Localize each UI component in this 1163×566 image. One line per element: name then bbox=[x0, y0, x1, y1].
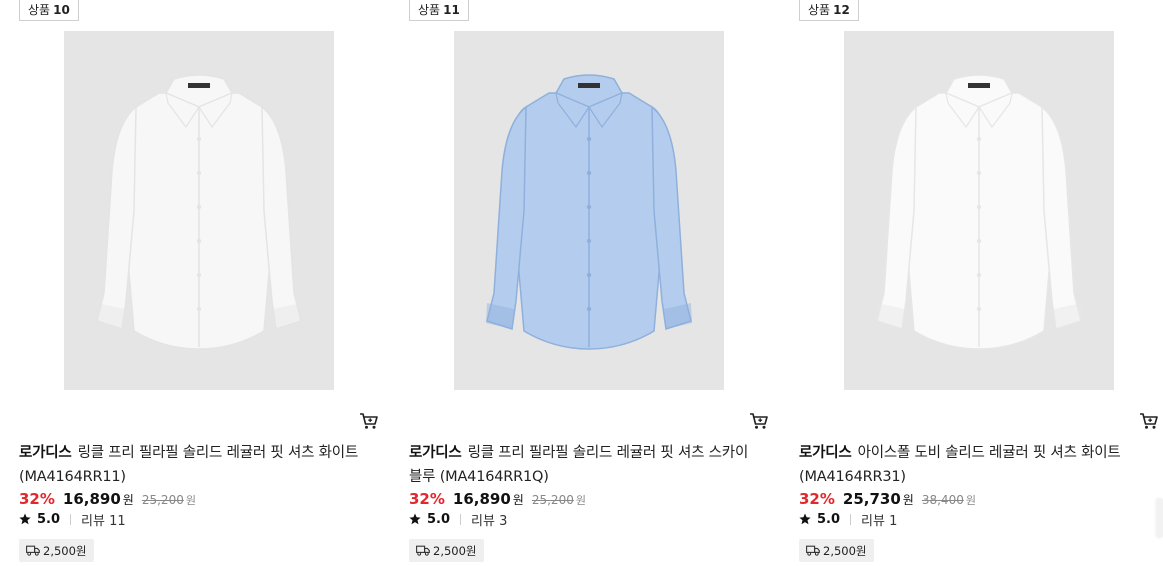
cart-icon[interactable] bbox=[749, 412, 769, 430]
badge-number: 10 bbox=[53, 3, 70, 17]
original-price: 25,200 bbox=[531, 493, 574, 507]
badge-prefix: 상품 bbox=[28, 3, 51, 17]
product-title[interactable]: 로가디스 링클 프리 필라필 솔리드 레귤러 핏 셔츠 화이트 (MA4164RR… bbox=[19, 441, 374, 489]
product-image[interactable] bbox=[454, 31, 724, 390]
product-number-badge: 상품 10 bbox=[19, 0, 79, 21]
shipping-fee: 2,500원 bbox=[43, 543, 87, 558]
discount-rate: 32% bbox=[799, 490, 835, 508]
shipping-fee: 2,500원 bbox=[433, 543, 477, 558]
product-image[interactable] bbox=[844, 31, 1114, 390]
original-currency: 원 bbox=[185, 494, 196, 507]
product-card[interactable]: 상품 12 로가디스 아이스폴 도비 솔리드 레귤러 핏 셔츠 화이트 (MA416… bbox=[799, 0, 1163, 566]
original-currency: 원 bbox=[965, 494, 976, 507]
star-icon bbox=[799, 513, 811, 525]
shipping-fee: 2,500원 bbox=[823, 543, 867, 558]
product-grid: 상품 10 로가디스 링클 프리 필라필 솔리드 레귤러 핏 셔츠 화이트 (MA4… bbox=[0, 0, 1163, 566]
discount-rate: 32% bbox=[409, 490, 445, 508]
currency: 원 bbox=[902, 493, 914, 507]
rating-score: 5.0 bbox=[427, 511, 451, 527]
cart-icon[interactable] bbox=[359, 412, 379, 430]
product-number-badge: 상품 11 bbox=[409, 0, 469, 21]
rating-row: 5.0 리뷰 11 bbox=[19, 510, 126, 529]
shipping-fee-badge: 2,500원 bbox=[19, 539, 94, 562]
shirt-illustration bbox=[486, 74, 692, 350]
review-count: 리뷰 1 bbox=[861, 513, 898, 529]
shipping-fee-badge: 2,500원 bbox=[409, 539, 484, 562]
sale-price: 25,730 bbox=[842, 490, 901, 508]
star-icon bbox=[409, 513, 421, 525]
price-row: 32% 16,890 원 25,200 원 bbox=[409, 490, 586, 510]
price-row: 32% 16,890 원 25,200 원 bbox=[19, 490, 196, 510]
divider bbox=[70, 513, 72, 525]
badge-number: 12 bbox=[833, 3, 850, 17]
cart-icon[interactable] bbox=[1139, 412, 1159, 430]
brand-name: 로가디스 bbox=[799, 445, 852, 461]
rating-score: 5.0 bbox=[37, 511, 61, 527]
divider bbox=[460, 513, 462, 525]
product-image[interactable] bbox=[64, 31, 334, 390]
review-count: 리뷰 3 bbox=[471, 513, 508, 529]
badge-number: 11 bbox=[443, 3, 460, 17]
product-title[interactable]: 로가디스 링클 프리 필라필 솔리드 레귤러 핏 셔츠 스카이 블루 (MA416… bbox=[409, 441, 764, 489]
price-row: 32% 25,730 원 38,400 원 bbox=[799, 490, 976, 510]
review-count: 리뷰 11 bbox=[81, 513, 126, 529]
badge-prefix: 상품 bbox=[418, 3, 441, 17]
truck-icon bbox=[416, 545, 430, 556]
rating-row: 5.0 리뷰 1 bbox=[799, 510, 898, 529]
brand-name: 로가디스 bbox=[409, 445, 462, 461]
product-card[interactable]: 상품 11 로가디스 링클 프리 필라필 솔리드 레귤러 핏 셔츠 스카이 블루 (… bbox=[409, 0, 779, 566]
shirt-illustration bbox=[876, 74, 1082, 350]
original-currency: 원 bbox=[575, 494, 586, 507]
sale-price: 16,890 bbox=[62, 490, 121, 508]
shirt-illustration bbox=[96, 74, 302, 350]
rating-score: 5.0 bbox=[817, 511, 841, 527]
truck-icon bbox=[26, 545, 40, 556]
original-price: 25,200 bbox=[141, 493, 184, 507]
original-price: 38,400 bbox=[921, 493, 964, 507]
currency: 원 bbox=[512, 493, 524, 507]
scroll-handle[interactable] bbox=[1157, 498, 1163, 538]
sale-price: 16,890 bbox=[452, 490, 511, 508]
currency: 원 bbox=[122, 493, 134, 507]
brand-name: 로가디스 bbox=[19, 445, 72, 461]
discount-rate: 32% bbox=[19, 490, 55, 508]
truck-icon bbox=[806, 545, 820, 556]
badge-prefix: 상품 bbox=[808, 3, 831, 17]
star-icon bbox=[19, 513, 31, 525]
product-title[interactable]: 로가디스 아이스폴 도비 솔리드 레귤러 핏 셔츠 화이트 (MA4164RR31… bbox=[799, 441, 1154, 489]
divider bbox=[850, 513, 852, 525]
product-card[interactable]: 상품 10 로가디스 링클 프리 필라필 솔리드 레귤러 핏 셔츠 화이트 (MA4… bbox=[19, 0, 389, 566]
product-number-badge: 상품 12 bbox=[799, 0, 859, 21]
shipping-fee-badge: 2,500원 bbox=[799, 539, 874, 562]
rating-row: 5.0 리뷰 3 bbox=[409, 510, 508, 529]
